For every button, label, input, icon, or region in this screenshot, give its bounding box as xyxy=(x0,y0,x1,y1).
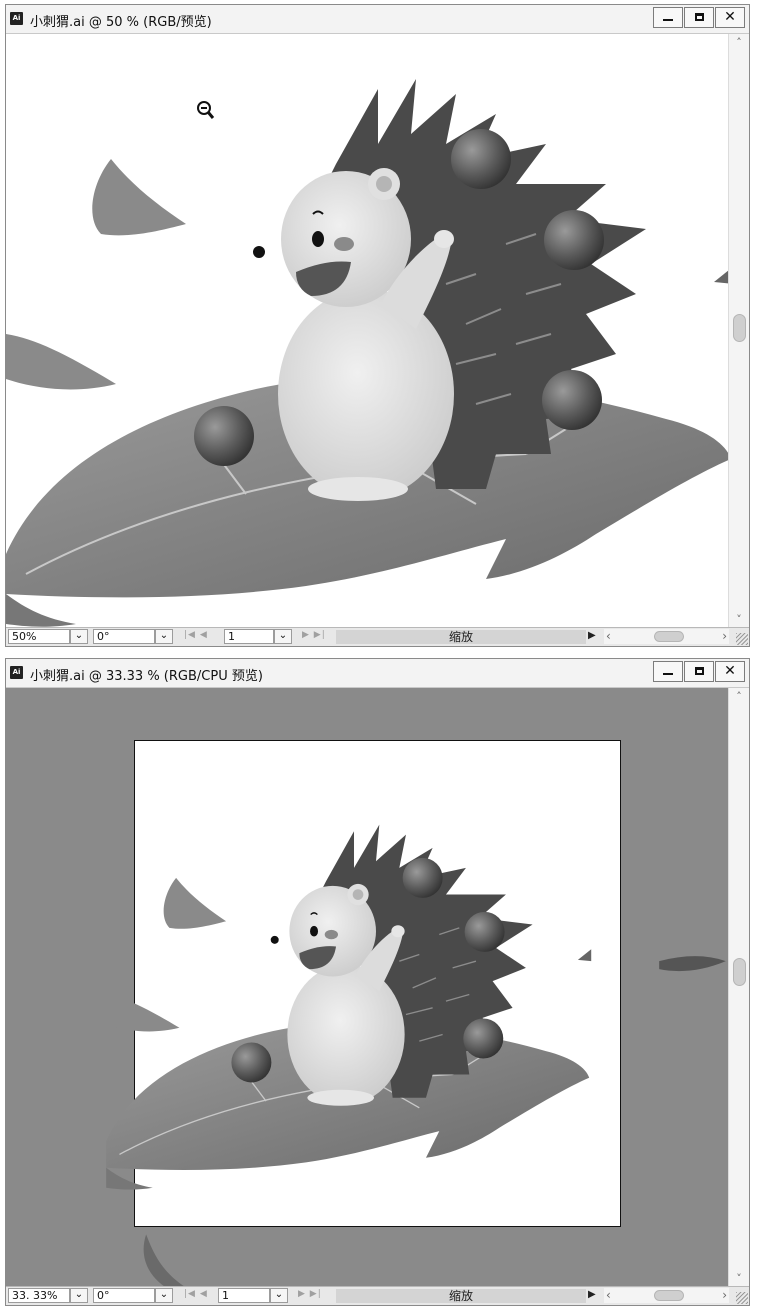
artboard-dropdown-button[interactable]: ⌄ xyxy=(274,629,292,644)
rotation-field[interactable]: 0° xyxy=(93,1288,155,1303)
artboard-number-field[interactable]: 1 xyxy=(224,629,274,644)
zoom-out-cursor-icon xyxy=(196,100,216,122)
chevron-up-icon[interactable]: ˄ xyxy=(729,36,749,49)
resize-grip-icon[interactable] xyxy=(736,633,748,645)
chevron-down-icon: ⌄ xyxy=(159,630,169,641)
minimize-button[interactable] xyxy=(653,7,683,28)
maximize-icon xyxy=(694,13,704,21)
chevron-left-icon[interactable]: ‹ xyxy=(606,1288,611,1302)
vertical-scroll-thumb[interactable] xyxy=(733,314,746,342)
artboard-dropdown-button[interactable]: ⌄ xyxy=(270,1288,288,1303)
vertical-scrollbar[interactable]: ˄ ˅ xyxy=(728,688,749,1287)
rotation-field[interactable]: 0° xyxy=(93,629,155,644)
minimize-icon xyxy=(663,673,673,675)
close-button[interactable]: ✕ xyxy=(715,661,745,682)
chevron-down-icon[interactable]: ˅ xyxy=(729,613,749,626)
status-bar: 33. 33% ⌄ 0° ⌄ |◀ ◀ 1 ⌄ ▶ ▶| 缩放 ▶ ‹ › xyxy=(6,1286,749,1305)
horizontal-scrollbar[interactable]: ‹ › xyxy=(604,629,729,644)
rotation-dropdown-button[interactable]: ⌄ xyxy=(155,1288,173,1303)
document-canvas[interactable] xyxy=(6,34,728,628)
zoom-level-field[interactable]: 50% xyxy=(8,629,70,644)
artboard-first-prev-icon[interactable]: |◀ ◀ xyxy=(184,1289,208,1299)
ai-document-icon: Ai xyxy=(10,666,23,679)
maximize-icon xyxy=(694,667,704,675)
zoom-dropdown-button[interactable]: ⌄ xyxy=(70,629,88,644)
status-mode-label: 缩放 xyxy=(336,1289,586,1303)
document-window-33[interactable]: Ai 小刺猬.ai @ 33.33 % (RGB/CPU 预览) ✕ ˄ ˅ 3… xyxy=(5,658,750,1306)
hedgehog-illustration xyxy=(6,78,728,628)
title-bar[interactable]: Ai 小刺猬.ai @ 50 % (RGB/预览) ✕ xyxy=(6,5,749,34)
chevron-down-icon: ⌄ xyxy=(278,630,288,641)
document-window-50[interactable]: Ai 小刺猬.ai @ 50 % (RGB/预览) ✕ ˄ ˅ 50% ⌄ 0°… xyxy=(5,4,750,647)
resize-grip-icon[interactable] xyxy=(736,1292,748,1304)
document-canvas[interactable] xyxy=(6,688,728,1287)
status-menu-icon[interactable]: ▶ xyxy=(588,1289,596,1300)
close-button[interactable]: ✕ xyxy=(715,7,745,28)
window-title: 小刺猬.ai @ 50 % (RGB/预览) xyxy=(30,15,212,30)
vertical-scrollbar[interactable]: ˄ ˅ xyxy=(728,34,749,628)
artboard-first-prev-icon[interactable]: |◀ ◀ xyxy=(184,630,208,640)
chevron-right-icon[interactable]: › xyxy=(722,1288,727,1302)
minimize-icon xyxy=(663,19,673,21)
close-icon: ✕ xyxy=(724,663,736,679)
maximize-button[interactable] xyxy=(684,661,714,682)
horizontal-scroll-thumb[interactable] xyxy=(654,631,684,642)
floating-leaf-right xyxy=(659,956,726,972)
minimize-button[interactable] xyxy=(653,661,683,682)
chevron-right-icon[interactable]: › xyxy=(722,629,727,643)
chevron-down-icon: ⌄ xyxy=(74,1289,84,1300)
leaf-curl xyxy=(143,1234,186,1287)
window-title: 小刺猬.ai @ 33.33 % (RGB/CPU 预览) xyxy=(30,669,263,684)
hedgehog-illustration xyxy=(105,823,592,1191)
zoom-dropdown-button[interactable]: ⌄ xyxy=(70,1288,88,1303)
chevron-left-icon[interactable]: ‹ xyxy=(606,629,611,643)
horizontal-scrollbar[interactable]: ‹ › xyxy=(604,1288,729,1303)
hedgehog-artwork xyxy=(6,78,728,628)
ai-document-icon: Ai xyxy=(10,12,23,25)
vertical-scroll-thumb[interactable] xyxy=(733,958,746,986)
maximize-button[interactable] xyxy=(684,7,714,28)
artboard-next-last-icon[interactable]: ▶ ▶| xyxy=(298,1289,322,1299)
title-bar[interactable]: Ai 小刺猬.ai @ 33.33 % (RGB/CPU 预览) ✕ xyxy=(6,659,749,688)
artboard-number-field[interactable]: 1 xyxy=(218,1288,270,1303)
chevron-up-icon[interactable]: ˄ xyxy=(729,690,749,703)
close-icon: ✕ xyxy=(724,9,736,25)
status-bar: 50% ⌄ 0° ⌄ |◀ ◀ 1 ⌄ ▶ ▶| 缩放 ▶ ‹ › xyxy=(6,627,749,646)
chevron-down-icon[interactable]: ˅ xyxy=(729,1272,749,1285)
chevron-down-icon: ⌄ xyxy=(74,630,84,641)
rotation-dropdown-button[interactable]: ⌄ xyxy=(155,629,173,644)
status-mode-label: 缩放 xyxy=(336,630,586,644)
status-menu-icon[interactable]: ▶ xyxy=(588,630,596,641)
chevron-down-icon: ⌄ xyxy=(274,1289,284,1300)
chevron-down-icon: ⌄ xyxy=(159,1289,169,1300)
hedgehog-artwork xyxy=(105,823,726,1287)
artboard-next-last-icon[interactable]: ▶ ▶| xyxy=(302,630,326,640)
horizontal-scroll-thumb[interactable] xyxy=(654,1290,684,1301)
zoom-level-field[interactable]: 33. 33% xyxy=(8,1288,70,1303)
